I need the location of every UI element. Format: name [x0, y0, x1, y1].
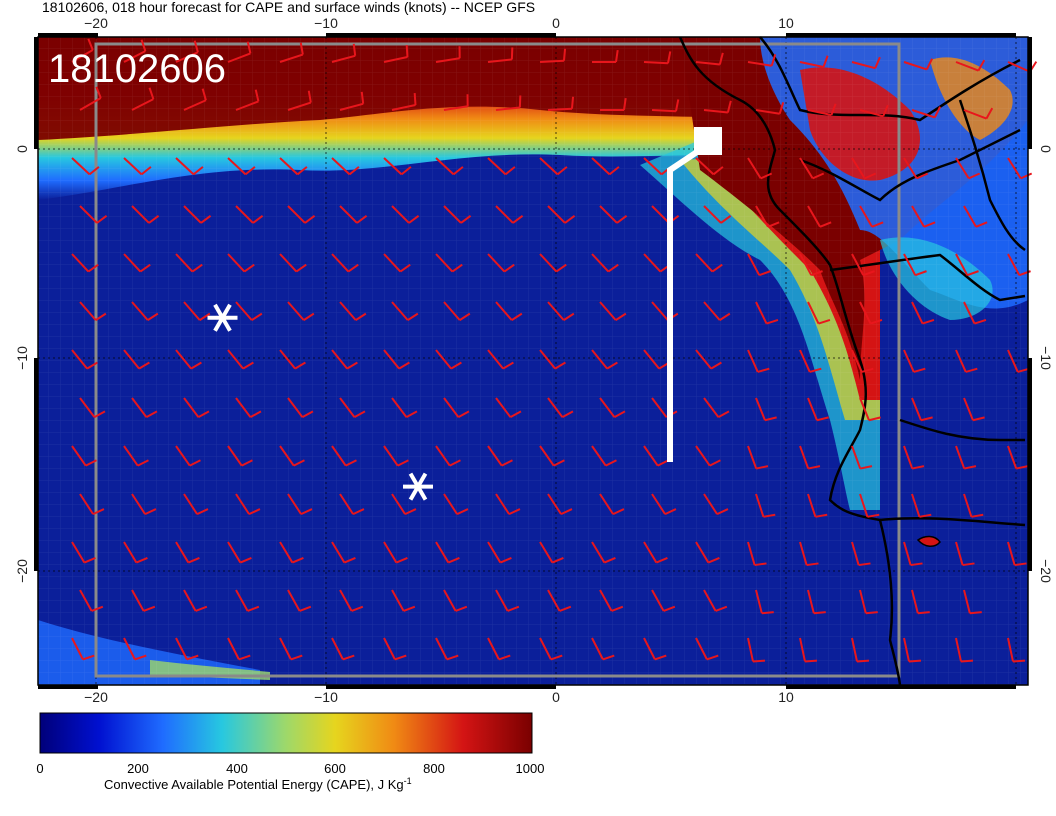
- lat-tick-right: 0: [1038, 145, 1054, 153]
- lon-ticks-top: −20 −10 0 10: [84, 15, 794, 31]
- lon-tick-top: 10: [778, 15, 794, 31]
- lon-tick-bottom: −20: [84, 689, 108, 705]
- lon-tick-bottom: 10: [778, 689, 794, 705]
- lon-tick-bottom: 0: [552, 689, 560, 705]
- lat-tick-right: −20: [1038, 559, 1054, 583]
- colorbar: 0 200 400 600 800 1000 Convective Availa…: [36, 712, 545, 792]
- colorbar-tick: 0: [36, 761, 43, 776]
- colorbar-tick: 1000: [516, 761, 545, 776]
- colorbar-label-sup: -1: [404, 776, 412, 786]
- colorbar-tick: 200: [127, 761, 149, 776]
- date-stamp: 18102606: [48, 47, 226, 91]
- lon-tick-top: −10: [314, 15, 338, 31]
- colorbar-label: Convective Available Potential Energy (C…: [104, 776, 412, 792]
- track-endpoint-square: [694, 127, 722, 155]
- lat-ticks-left: 0 −10 −20: [14, 145, 30, 583]
- cape-map: 18102606, 018 hour forecast for CAPE and…: [14, 0, 1054, 792]
- lat-tick-right: −10: [1038, 346, 1054, 370]
- colorbar-ramp: [39, 712, 533, 754]
- cape-field: [38, 37, 1028, 685]
- lon-tick-top: −20: [84, 15, 108, 31]
- lat-ticks-right: 0 −10 −20: [1038, 145, 1054, 583]
- lat-tick-left: −20: [14, 559, 30, 583]
- lon-tick-top: 0: [552, 15, 560, 31]
- lat-tick-left: 0: [14, 145, 30, 153]
- colorbar-tick: 800: [423, 761, 445, 776]
- lon-ticks-bottom: −20 −10 0 10: [84, 689, 794, 705]
- lat-tick-left: −10: [14, 346, 30, 370]
- map-title: 18102606, 018 hour forecast for CAPE and…: [42, 0, 535, 15]
- lon-tick-bottom: −10: [314, 689, 338, 705]
- colorbar-tick: 400: [226, 761, 248, 776]
- colorbar-label-main: Convective Available Potential Energy (C…: [104, 777, 404, 792]
- colorbar-tick: 600: [324, 761, 346, 776]
